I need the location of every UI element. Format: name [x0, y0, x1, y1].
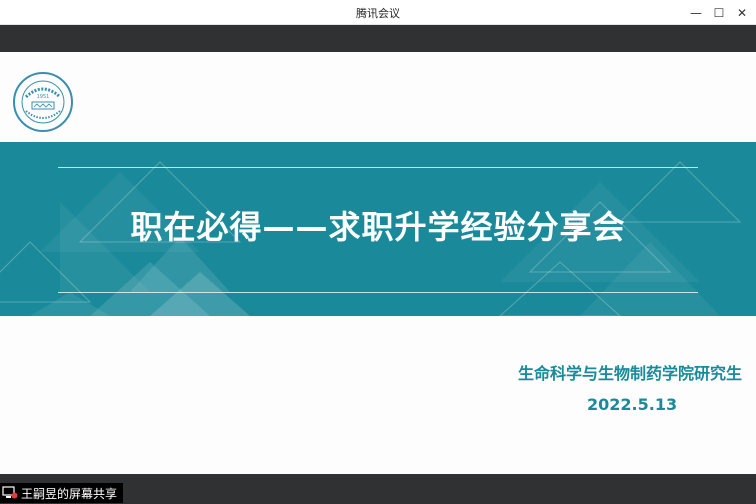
- screen-share-icon: [2, 486, 18, 499]
- title-band: 职在必得——求职升学经验分享会: [0, 142, 756, 316]
- slide-title: 职在必得——求职升学经验分享会: [130, 208, 626, 246]
- screen-share-label: 王嗣昱的屏幕共享: [21, 486, 118, 501]
- meeting-bottom-bar: 王嗣昱的屏幕共享: [0, 474, 756, 504]
- screen-share-indicator[interactable]: 王嗣昱的屏幕共享: [0, 483, 124, 503]
- shared-slide: 1951 职在必得——求职升学经验分享会 生命科学与生物制药学院研究生 2022…: [0, 52, 756, 474]
- window-title: 腾讯会议: [356, 7, 400, 20]
- meeting-top-toolbar: [0, 25, 756, 52]
- close-button[interactable]: ✕: [729, 0, 755, 25]
- band-top-divider: [58, 167, 698, 168]
- slide-subtitle: 生命科学与生物制药学院研究生: [517, 364, 742, 383]
- logo-year: 1951: [37, 94, 50, 100]
- slide-date: 2022.5.13: [587, 395, 678, 414]
- university-logo-icon: 1951: [13, 72, 73, 132]
- window-titlebar: 腾讯会议 — ☐ ✕: [0, 0, 756, 25]
- band-bottom-divider: [58, 292, 698, 293]
